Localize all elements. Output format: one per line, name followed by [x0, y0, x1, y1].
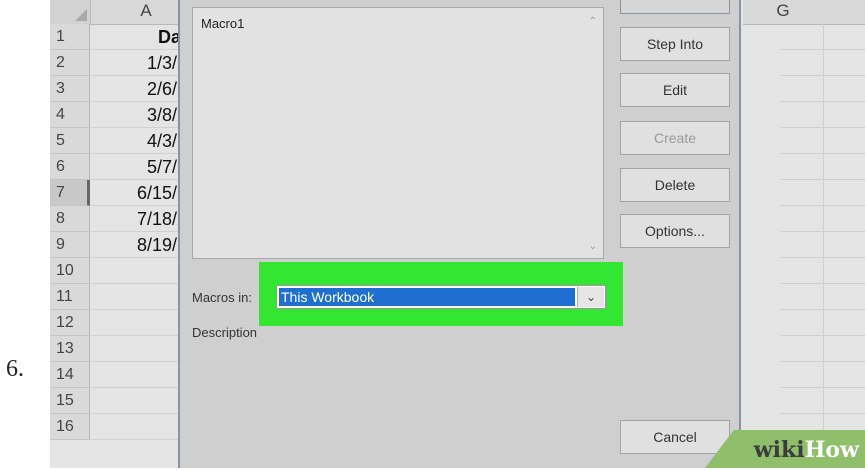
macros-in-value: This Workbook [279, 288, 575, 306]
chevron-down-icon[interactable]: ⌄ [577, 287, 604, 307]
grid-line [780, 153, 865, 154]
grid-line [780, 127, 865, 128]
run-button[interactable] [620, 0, 730, 14]
description-label: Description [192, 325, 258, 340]
row-header-6[interactable]: 6 [50, 154, 90, 180]
scroll-down-icon[interactable]: ⌄ [589, 241, 597, 252]
cancel-button[interactable]: Cancel [620, 420, 730, 454]
row-header-15[interactable]: 15 [50, 388, 90, 414]
grid-line [780, 231, 865, 232]
row-header-1[interactable]: 1 [50, 24, 90, 50]
column-header-h[interactable] [823, 0, 865, 25]
grid-line [780, 387, 865, 388]
grid-line [780, 101, 865, 102]
delete-button[interactable]: Delete [620, 168, 730, 202]
row-header-13[interactable]: 13 [50, 336, 90, 362]
grid-line [780, 309, 865, 310]
scroll-up-icon[interactable]: ⌃ [589, 16, 597, 27]
edit-button[interactable]: Edit [620, 73, 730, 107]
row-header-4[interactable]: 4 [50, 102, 90, 128]
row-header-7[interactable]: 7 [50, 180, 90, 206]
row-header-2[interactable]: 2 [50, 50, 90, 76]
step-number: 6. [6, 356, 24, 382]
create-button[interactable]: Create [620, 121, 730, 155]
select-all-corner[interactable] [50, 0, 91, 25]
row-header-10[interactable]: 10 [50, 258, 90, 284]
options-button[interactable]: Options... [620, 214, 730, 248]
macro-item[interactable]: Macro1 [201, 16, 244, 31]
row-header-12[interactable]: 12 [50, 310, 90, 336]
step-into-button[interactable]: Step Into [620, 27, 730, 61]
macro-list[interactable]: Macro1 ⌃ ⌄ [192, 7, 604, 259]
row-header-3[interactable]: 3 [50, 76, 90, 102]
grid-line [780, 205, 865, 206]
grid-line [780, 335, 865, 336]
macros-in-label: Macros in: [192, 290, 252, 305]
grid-line [823, 24, 824, 468]
macro-dialog: Macro1 ⌃ ⌄ Step Into Edit Create Delete … [178, 0, 741, 468]
grid-line [780, 75, 865, 76]
grid-line [780, 257, 865, 258]
grid-line [780, 49, 865, 50]
column-header-g[interactable]: G [743, 0, 824, 25]
grid-line [780, 283, 865, 284]
row-header-5[interactable]: 5 [50, 128, 90, 154]
row-header-14[interactable]: 14 [50, 362, 90, 388]
row-header-8[interactable]: 8 [50, 206, 90, 232]
grid-line [780, 179, 865, 180]
grid-line [780, 361, 865, 362]
row-header-16[interactable]: 16 [50, 414, 90, 440]
macros-in-dropdown[interactable]: This Workbook ⌄ [276, 285, 606, 309]
grid-line [780, 413, 865, 414]
row-header-9[interactable]: 9 [50, 232, 90, 258]
row-header-11[interactable]: 11 [50, 284, 90, 310]
